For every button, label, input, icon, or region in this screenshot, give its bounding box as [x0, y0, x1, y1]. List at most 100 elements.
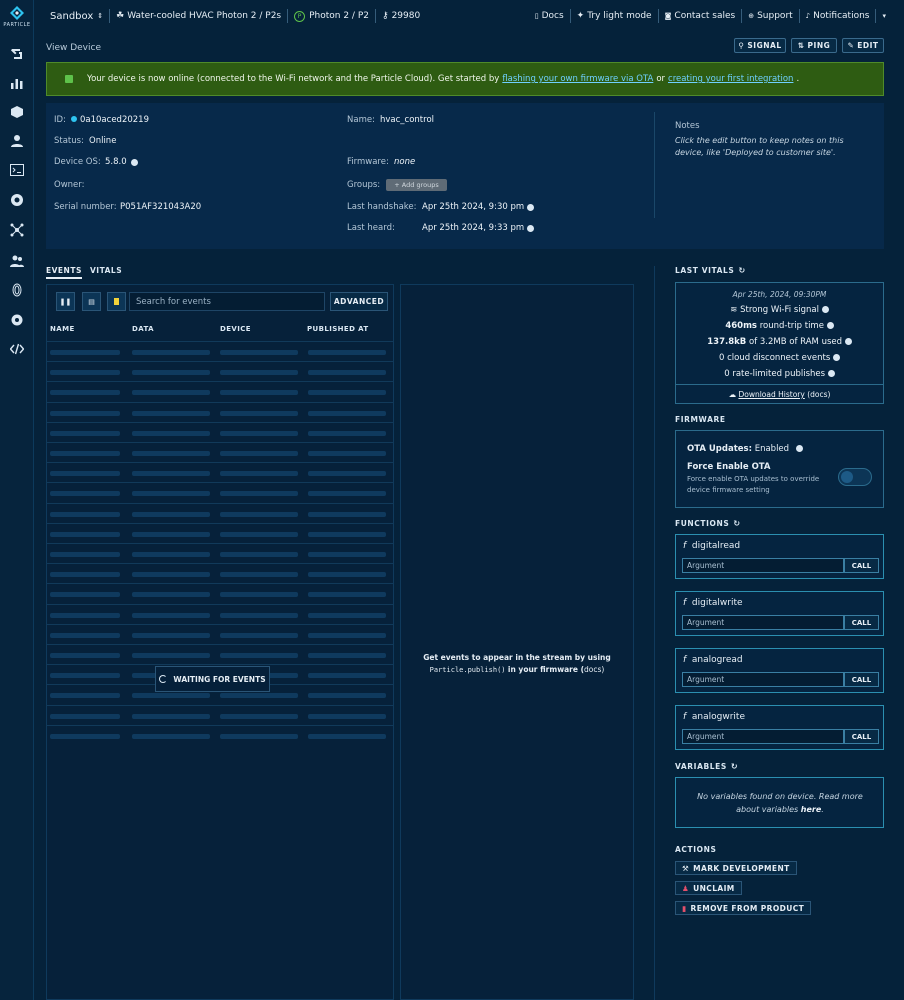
placeholder-cell: [132, 511, 210, 517]
placeholder-cell: [50, 572, 120, 578]
notifications-label: Notifications: [813, 11, 870, 21]
particle-logo[interactable]: PARTICLE: [0, 6, 34, 28]
refresh-icon[interactable]: ↻: [738, 266, 745, 275]
table-row: [46, 381, 394, 401]
brand-name: PARTICLE: [3, 22, 31, 28]
ota-info-icon[interactable]: [795, 445, 803, 452]
contact-sales-link[interactable]: ◙ Contact sales: [665, 11, 736, 21]
function-argument-input[interactable]: Argument: [682, 615, 844, 630]
placeholder-cell: [50, 370, 120, 376]
support-link[interactable]: ⊕ Support: [748, 11, 792, 21]
pause-button[interactable]: ❚❚: [56, 292, 75, 311]
signal-button[interactable]: ⚲ SIGNAL: [734, 38, 786, 53]
light-mode-label: Try light mode: [587, 11, 652, 21]
call-button[interactable]: CALL: [844, 672, 879, 687]
placeholder-cell: [220, 592, 298, 598]
os-info-icon[interactable]: [131, 159, 138, 166]
platform-link[interactable]: P Photon 2 / P2: [294, 10, 369, 22]
account-menu-chevron-icon[interactable]: ▾: [882, 12, 886, 20]
signal-info-icon[interactable]: [821, 306, 829, 313]
handshake-info-icon[interactable]: [527, 204, 534, 211]
docs-link[interactable]: ▯ Docs: [535, 11, 564, 21]
notifications-link[interactable]: ♪ Notifications: [806, 11, 870, 21]
placeholder-cell: [50, 390, 120, 396]
flash-firmware-link[interactable]: flashing your own firmware via OTA: [502, 74, 653, 84]
placeholder-cell: [132, 632, 210, 638]
placeholder-cell: [220, 632, 298, 638]
function-argument-input[interactable]: Argument: [682, 672, 844, 687]
user-icon[interactable]: [9, 133, 25, 149]
product-link[interactable]: ☘ Water-cooled HVAC Photon 2 / P2s: [116, 11, 281, 21]
edit-button[interactable]: ✎ EDIT: [842, 38, 884, 53]
stream-msg-line2: in your firmware (: [507, 665, 585, 674]
back-icon[interactable]: [9, 45, 25, 61]
placeholder-cell: [220, 451, 298, 456]
call-button[interactable]: CALL: [844, 615, 879, 630]
table-row: [46, 603, 394, 624]
table-row: [46, 442, 394, 462]
download-history-link[interactable]: Download History: [738, 390, 804, 399]
publish-button[interactable]: [107, 292, 126, 311]
call-button[interactable]: CALL: [844, 558, 879, 573]
search-events-input[interactable]: Search for events: [129, 292, 325, 311]
rtt-info-icon[interactable]: [826, 322, 834, 329]
placeholder-cell: [132, 370, 210, 376]
actions-title: ACTIONS: [675, 845, 717, 854]
ping-button[interactable]: ⇅ PING: [791, 38, 837, 53]
product-id[interactable]: ⚷ 29980: [382, 11, 420, 21]
variables-link[interactable]: here: [801, 805, 822, 814]
download-docs-link[interactable]: (docs): [807, 390, 830, 399]
cog-icon[interactable]: [9, 312, 25, 328]
code-icon[interactable]: [9, 341, 25, 357]
waiting-label: WAITING FOR EVENTS: [173, 674, 266, 684]
placeholder-cell: [132, 653, 210, 658]
stream-msg-line1: Get events to appear in the stream by us…: [423, 653, 611, 662]
org-selector[interactable]: Sandbox ⇕: [50, 11, 103, 22]
analytics-icon[interactable]: [9, 75, 25, 91]
ram-info-icon[interactable]: [844, 338, 852, 345]
disconnect-info-icon[interactable]: [832, 354, 840, 361]
mark-development-button[interactable]: ⚒ MARK DEVELOPMENT: [675, 861, 797, 875]
function-name: f digitalread: [683, 541, 740, 551]
call-button[interactable]: CALL: [844, 729, 879, 744]
tab-vitals[interactable]: VITALS: [90, 266, 122, 275]
variables-refresh-icon[interactable]: ↻: [731, 762, 738, 771]
terminal-icon[interactable]: [9, 162, 25, 178]
placeholder-cell: [50, 511, 120, 517]
vitals-timestamp: Apr 25th, 2024, 09:30PM: [732, 290, 827, 299]
particle-logo-icon: [10, 6, 24, 20]
functions-refresh-icon[interactable]: ↻: [733, 519, 740, 528]
create-integration-link[interactable]: creating your first integration: [668, 74, 793, 84]
org-name: Sandbox: [50, 10, 94, 22]
tab-events[interactable]: EVENTS: [46, 266, 82, 279]
force-ota-toggle[interactable]: [838, 468, 872, 486]
advanced-button[interactable]: ADVANCED: [330, 292, 388, 311]
remove-from-product-button[interactable]: ▮ REMOVE FROM PRODUCT: [675, 901, 812, 915]
placeholder-cell: [132, 471, 210, 477]
doc-icon: ▯: [534, 12, 539, 20]
placeholder-cell: [308, 632, 386, 638]
placeholder-cell: [308, 390, 386, 396]
products-cube-icon[interactable]: [9, 104, 25, 120]
vitals-title-label: LAST VITALS: [675, 266, 735, 275]
light-mode-link[interactable]: ✦ Try light mode: [577, 11, 652, 21]
rate-info-icon[interactable]: [827, 370, 835, 377]
stream-docs-link[interactable]: docs: [584, 665, 601, 674]
network-icon[interactable]: [9, 222, 25, 238]
function-argument-input[interactable]: Argument: [682, 558, 844, 573]
vitals-rate-limited: 0 rate-limited publishes: [675, 369, 884, 379]
add-groups-button[interactable]: + Add groups: [386, 179, 447, 191]
heard-info-icon[interactable]: [527, 225, 534, 232]
clear-button[interactable]: ▤: [82, 292, 101, 311]
function-argument-input[interactable]: Argument: [682, 729, 844, 744]
chevron-updown-icon: ⇕: [97, 12, 104, 20]
placeholder-cell: [308, 733, 386, 739]
settings-gear-icon[interactable]: [9, 192, 25, 208]
fingerprint-icon[interactable]: [9, 282, 25, 298]
product-name: Water-cooled HVAC Photon 2 / P2s: [127, 11, 282, 21]
placeholder-cell: [308, 511, 386, 517]
unclaim-button[interactable]: ♟ UNCLAIM: [675, 881, 742, 895]
placeholder-cell: [308, 410, 386, 416]
notes-text: Click the edit button to keep notes on t…: [675, 136, 844, 157]
team-icon[interactable]: [9, 253, 25, 269]
